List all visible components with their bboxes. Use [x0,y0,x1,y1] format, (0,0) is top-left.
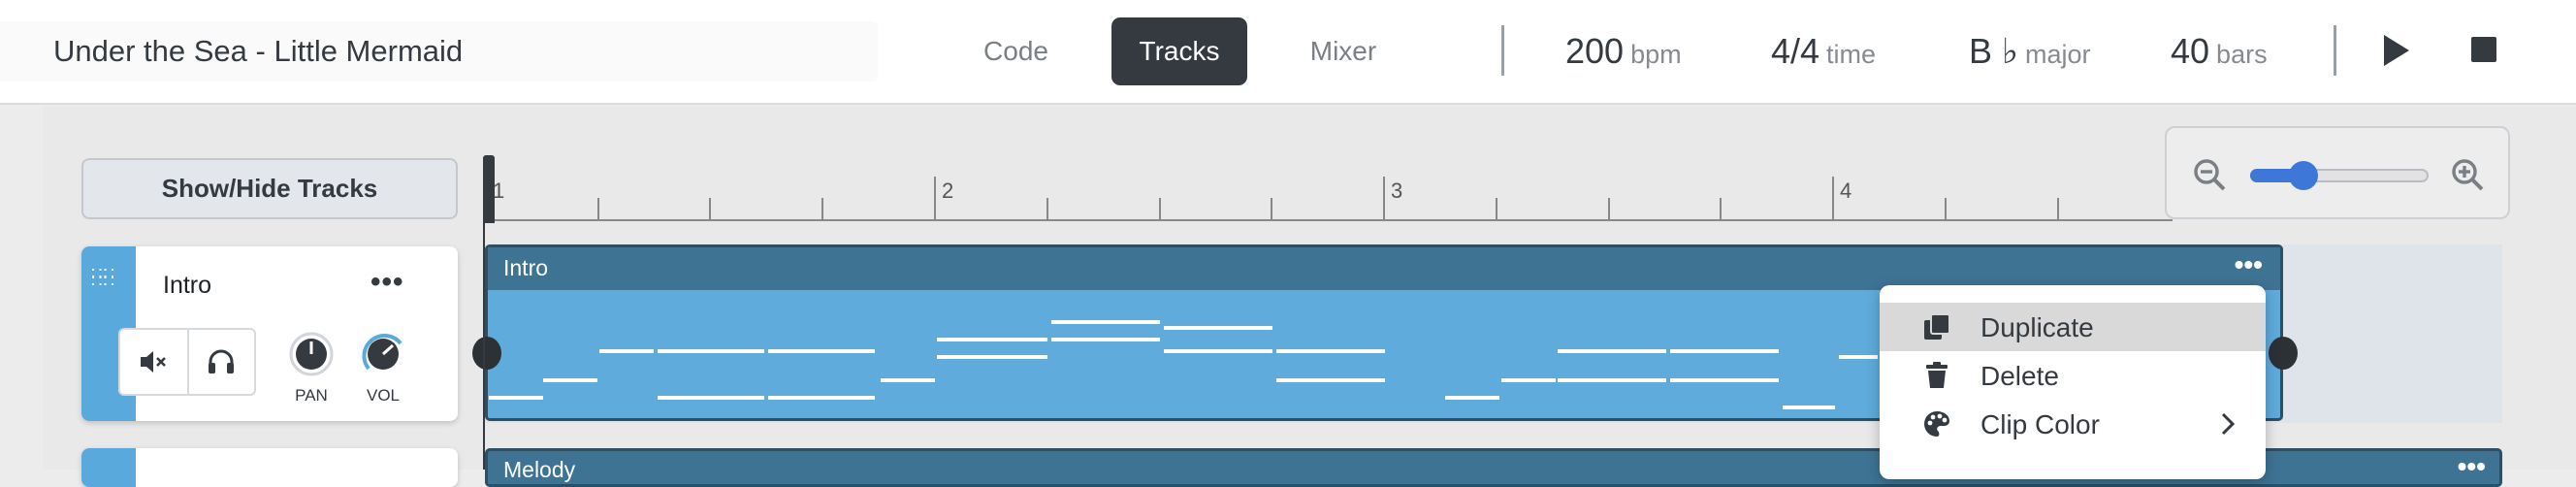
stop-icon[interactable] [2471,37,2496,62]
menu-item-delete[interactable]: Delete [1880,351,2266,400]
bar-number: 3 [1391,179,1403,203]
play-icon[interactable] [2382,33,2411,68]
pan-label: PAN [295,386,328,405]
divider [2334,25,2336,76]
timeline-ruler[interactable]: 1 2 3 4 [485,155,2173,221]
time-signature-value: 4/4 [1771,31,1820,71]
tempo-value: 200 [1565,31,1625,71]
playhead-line [483,223,485,470]
clip-menu-button[interactable]: ••• [2235,249,2263,280]
tab-mixer[interactable]: Mixer [1290,17,1397,85]
length-value: 40 [2171,31,2210,71]
palette-icon [1924,411,1949,437]
zoom-slider[interactable] [2250,169,2429,182]
duplicate-icon [1924,313,1950,340]
clip-menu-button[interactable]: ••• [2458,451,2486,482]
tab-tracks[interactable]: Tracks [1111,17,1247,85]
song-title[interactable]: Under the Sea - Little Mermaid [0,21,878,81]
clip-name: Melody [503,457,576,482]
length-field[interactable]: 40 bars [2171,27,2268,76]
show-hide-tracks-button[interactable]: Show/Hide Tracks [81,158,458,219]
time-signature-field[interactable]: 4/4 time [1771,27,1876,76]
tempo-unit: bpm [1630,40,1682,69]
time-signature-unit: time [1826,40,1877,69]
playhead-marker[interactable] [483,155,495,223]
zoom-out-icon[interactable] [2192,157,2227,192]
track-card-melody [81,448,458,487]
mute-button[interactable] [120,330,187,394]
volume-knob[interactable] [361,332,405,376]
zoom-slider-thumb[interactable] [2289,161,2319,190]
chevron-right-icon [2221,412,2236,436]
track-name[interactable]: Intro [163,272,211,300]
menu-item-clip-color[interactable]: Clip Color [1880,400,2266,448]
divider [1501,25,1504,76]
grip-icon: ∷∷ ∷∷ [91,264,115,291]
key-value: B ♭ [1969,31,2018,71]
menu-item-label: Duplicate [1980,312,2094,342]
key-mode: major [2025,40,2091,69]
menu-item-duplicate[interactable]: Duplicate [1880,303,2266,351]
drag-handle[interactable] [81,448,136,487]
menu-item-label: Clip Color [1980,409,2100,439]
solo-button[interactable] [186,330,254,394]
midi-notes [489,320,1878,409]
menu-item-label: Delete [1980,361,2059,391]
volume-label: VOL [366,386,401,405]
trash-icon [1926,362,1948,388]
bar-number: 4 [1840,179,1852,203]
mute-icon [141,351,167,373]
tempo-field[interactable]: 200 bpm [1565,27,1682,76]
zoom-control [2165,126,2510,219]
zoom-in-icon[interactable] [2450,157,2485,192]
track-buttons [118,328,256,396]
bar-number: 2 [942,179,954,203]
top-bar: Under the Sea - Little Mermaid Code Trac… [0,0,2576,105]
track-card-intro: ∷∷ ∷∷ Intro ••• PAN VOL [81,246,458,421]
clip-header[interactable]: Intro ••• [488,247,2280,290]
clip-context-menu: Duplicate Delete Clip Color [1880,285,2266,479]
track-menu-button[interactable]: ••• [370,266,404,299]
key-field[interactable]: B ♭ major [1969,27,2091,76]
headphones-icon [209,349,235,373]
clip-end-handle[interactable] [2269,337,2298,370]
clip-name: Intro [503,255,549,280]
tab-code[interactable]: Code [960,17,1072,85]
pan-knob[interactable] [289,332,334,376]
length-unit: bars [2216,40,2268,69]
